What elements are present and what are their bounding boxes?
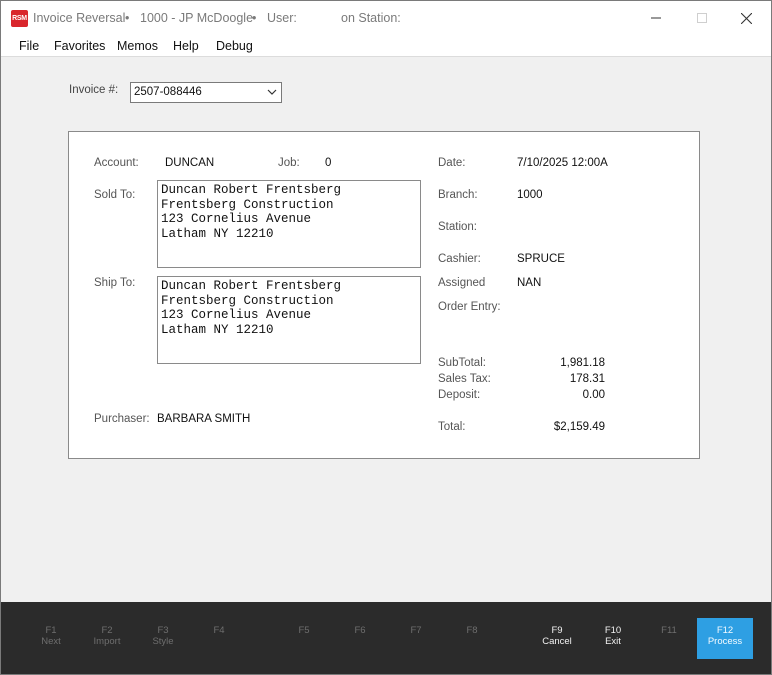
ship-to-label: Ship To: <box>94 277 136 289</box>
account-label: Account: <box>94 157 139 169</box>
f1-next-button[interactable]: F1 Next <box>23 625 79 647</box>
fkey-name: F12 <box>716 625 734 636</box>
f4-button[interactable]: F4 <box>191 625 247 636</box>
sold-to-label: Sold To: <box>94 189 136 201</box>
total-value: $2,159.49 <box>553 421 605 433</box>
maximize-icon <box>697 13 707 23</box>
job-label: Job: <box>278 157 300 169</box>
fkey-label: Process <box>707 636 743 647</box>
assigned-label: Assigned <box>438 277 486 289</box>
invoice-number-label: Invoice #: <box>69 84 119 96</box>
f11-button[interactable]: F11 <box>641 625 697 636</box>
purchaser-label: Purchaser: <box>94 413 150 425</box>
fkey-label: Next <box>41 636 61 647</box>
subtotal-label: SubTotal: <box>438 357 486 369</box>
fkey-name: F1 <box>45 625 57 636</box>
fkey-name: F8 <box>466 625 478 636</box>
fkey-name: F7 <box>410 625 422 636</box>
deposit-value: 0.00 <box>582 389 605 401</box>
total-label: Total: <box>438 421 466 433</box>
menu-bar: File Favorites Memos Help Debug <box>1 35 771 57</box>
minimize-icon <box>651 17 661 19</box>
function-key-bar: F1 Next F2 Import F3 Style F4 F5 F6 F7 F8 F… <box>1 602 771 674</box>
cashier-value: SPRUCE <box>517 253 565 265</box>
sold-to-line: Duncan Robert Frentsberg <box>161 183 342 197</box>
ship-to-line: Duncan Robert Frentsberg <box>161 279 342 293</box>
fkey-name: F3 <box>157 625 169 636</box>
menu-file[interactable]: File <box>19 39 39 53</box>
title-bar[interactable]: RSM Invoice Reversal • 1000 - JP McDoogl… <box>1 1 771 35</box>
f5-button[interactable]: F5 <box>276 625 332 636</box>
cashier-label: Cashier: <box>438 253 481 265</box>
branch-label: Branch: <box>438 189 478 201</box>
assigned-value: NAN <box>517 277 542 289</box>
sales-tax-value: 178.31 <box>569 373 605 385</box>
invoice-number-select[interactable]: 2507-088446 <box>130 82 282 103</box>
job-value: 0 <box>325 157 332 169</box>
f7-button[interactable]: F7 <box>388 625 444 636</box>
purchaser-value: BARBARA SMITH <box>157 413 251 425</box>
fkey-label: Style <box>152 636 174 647</box>
order-entry-label: Order Entry: <box>438 301 501 313</box>
f6-button[interactable]: F6 <box>332 625 388 636</box>
station-label: Station: <box>438 221 477 233</box>
menu-debug[interactable]: Debug <box>216 39 253 53</box>
date-label: Date: <box>438 157 466 169</box>
sold-to-line: Frentsberg Construction <box>161 197 334 212</box>
menu-help[interactable]: Help <box>173 39 199 53</box>
f9-cancel-button[interactable]: F9 Cancel <box>529 625 585 647</box>
fkey-name: F4 <box>213 625 225 636</box>
fkey-label: Exit <box>605 636 621 647</box>
menu-favorites[interactable]: Favorites <box>54 39 105 53</box>
fkey-name: F5 <box>298 625 310 636</box>
station-label: on Station: <box>341 11 401 25</box>
chevron-down-icon[interactable] <box>267 89 277 96</box>
rsm-logo-icon: RSM <box>11 10 28 27</box>
window-title: Invoice Reversal <box>33 11 126 25</box>
fkey-name: F2 <box>101 625 113 636</box>
fkey-name: F11 <box>661 625 677 636</box>
f3-style-button[interactable]: F3 Style <box>135 625 191 647</box>
fkey-name: F9 <box>551 625 563 636</box>
ship-to-line: Frentsberg Construction <box>161 293 334 308</box>
sales-tax-label: Sales Tax: <box>438 373 491 385</box>
deposit-label: Deposit: <box>438 389 481 401</box>
branch-value: 1000 <box>517 189 543 201</box>
f8-button[interactable]: F8 <box>444 625 500 636</box>
account-value: DUNCAN <box>165 157 215 169</box>
f2-import-button[interactable]: F2 Import <box>79 625 135 647</box>
close-icon <box>740 12 752 24</box>
title-separator: • <box>252 11 257 25</box>
user-label: User: <box>267 11 297 25</box>
fkey-name: F6 <box>354 625 366 636</box>
sold-to-line: Latham NY 12210 <box>161 226 274 241</box>
ship-to-line: Latham NY 12210 <box>161 322 274 337</box>
invoice-reversal-window: RSM Invoice Reversal • 1000 - JP McDoogl… <box>0 0 772 675</box>
fkey-label: Import <box>93 636 121 647</box>
date-value: 7/10/2025 12:00A <box>517 157 608 169</box>
invoice-details-panel: Account: DUNCAN Job: 0 Sold To: Duncan R… <box>68 131 700 459</box>
sold-to-line: 123 Cornelius Avenue <box>161 212 312 226</box>
f12-process-button[interactable]: F12 Process <box>697 618 753 659</box>
ship-to-address-box[interactable]: Duncan Robert Frentsberg Frentsberg Cons… <box>157 276 421 364</box>
close-button[interactable] <box>723 1 769 35</box>
store-name: 1000 - JP McDoogle <box>140 11 254 25</box>
minimize-button[interactable] <box>633 1 679 35</box>
ship-to-line: 123 Cornelius Avenue <box>161 308 312 322</box>
sold-to-address-box[interactable]: Duncan Robert Frentsberg Frentsberg Cons… <box>157 180 421 268</box>
fkey-label: Cancel <box>542 636 572 647</box>
subtotal-value: 1,981.18 <box>560 357 605 369</box>
menu-memos[interactable]: Memos <box>117 39 158 53</box>
invoice-number-value: 2507-088446 <box>134 86 202 98</box>
title-separator: • <box>125 11 130 25</box>
fkey-name: F10 <box>604 625 622 636</box>
maximize-button[interactable] <box>679 1 725 35</box>
f10-exit-button[interactable]: F10 Exit <box>585 625 641 647</box>
